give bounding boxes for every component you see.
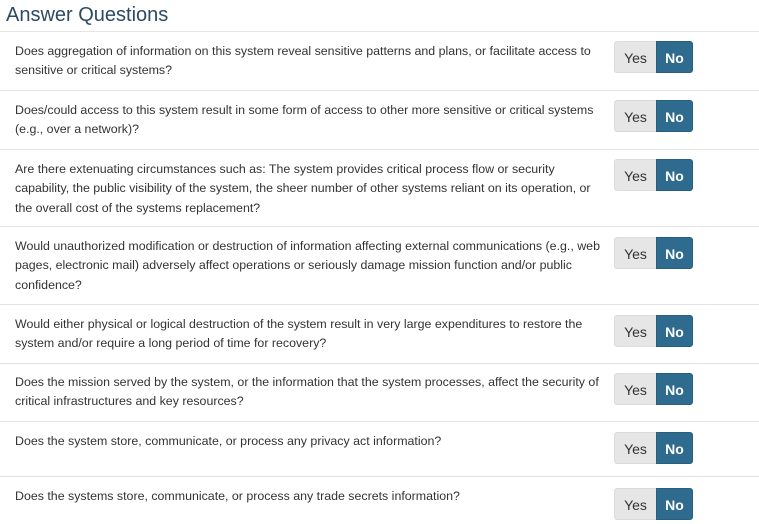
- question-row: Would either physical or logical destruc…: [0, 305, 759, 364]
- no-button[interactable]: No: [656, 373, 693, 405]
- no-button[interactable]: No: [656, 100, 693, 132]
- yes-no-toggle: Yes No: [614, 373, 693, 405]
- yes-button[interactable]: Yes: [614, 315, 656, 347]
- question-row: Would unauthorized modification or destr…: [0, 227, 759, 305]
- yes-no-toggle: Yes No: [614, 237, 693, 269]
- no-button[interactable]: No: [656, 488, 693, 520]
- yes-no-toggle: Yes No: [614, 159, 693, 191]
- question-row: Does the system store, communicate, or p…: [0, 422, 759, 477]
- yes-button[interactable]: Yes: [614, 41, 656, 73]
- question-text: Are there extenuating circumstances such…: [15, 162, 591, 215]
- yes-no-toggle: Yes No: [614, 488, 693, 520]
- no-button[interactable]: No: [656, 159, 693, 191]
- no-button[interactable]: No: [656, 432, 693, 464]
- question-list: Does aggregation of information on this …: [0, 32, 759, 524]
- answer-questions-panel: Answer Questions Does aggregation of inf…: [0, 0, 759, 524]
- yes-no-toggle: Yes No: [614, 41, 693, 73]
- yes-button[interactable]: Yes: [614, 237, 656, 269]
- yes-button[interactable]: Yes: [614, 100, 656, 132]
- question-text: Would either physical or logical destruc…: [15, 317, 583, 351]
- question-row: Does the mission served by the system, o…: [0, 364, 759, 422]
- question-text: Does the mission served by the system, o…: [15, 375, 599, 409]
- yes-no-toggle: Yes No: [614, 100, 693, 132]
- yes-button[interactable]: Yes: [614, 159, 656, 191]
- no-button[interactable]: No: [656, 237, 693, 269]
- question-text: Does/could access to this system result …: [15, 103, 594, 137]
- yes-no-toggle: Yes No: [614, 432, 693, 464]
- question-row: Are there extenuating circumstances such…: [0, 150, 759, 227]
- question-text: Does the systems store, communicate, or …: [15, 489, 460, 503]
- question-row: Does the systems store, communicate, or …: [0, 477, 759, 524]
- question-row: Does aggregation of information on this …: [0, 32, 759, 91]
- yes-button[interactable]: Yes: [614, 488, 656, 520]
- yes-button[interactable]: Yes: [614, 432, 656, 464]
- question-text: Does aggregation of information on this …: [15, 44, 591, 78]
- question-text: Would unauthorized modification or destr…: [15, 239, 600, 292]
- yes-no-toggle: Yes No: [614, 315, 693, 347]
- no-button[interactable]: No: [656, 315, 693, 347]
- question-text: Does the system store, communicate, or p…: [15, 434, 442, 448]
- question-row: Does/could access to this system result …: [0, 91, 759, 150]
- no-button[interactable]: No: [656, 41, 693, 73]
- page-title: Answer Questions: [0, 0, 759, 32]
- yes-button[interactable]: Yes: [614, 373, 656, 405]
